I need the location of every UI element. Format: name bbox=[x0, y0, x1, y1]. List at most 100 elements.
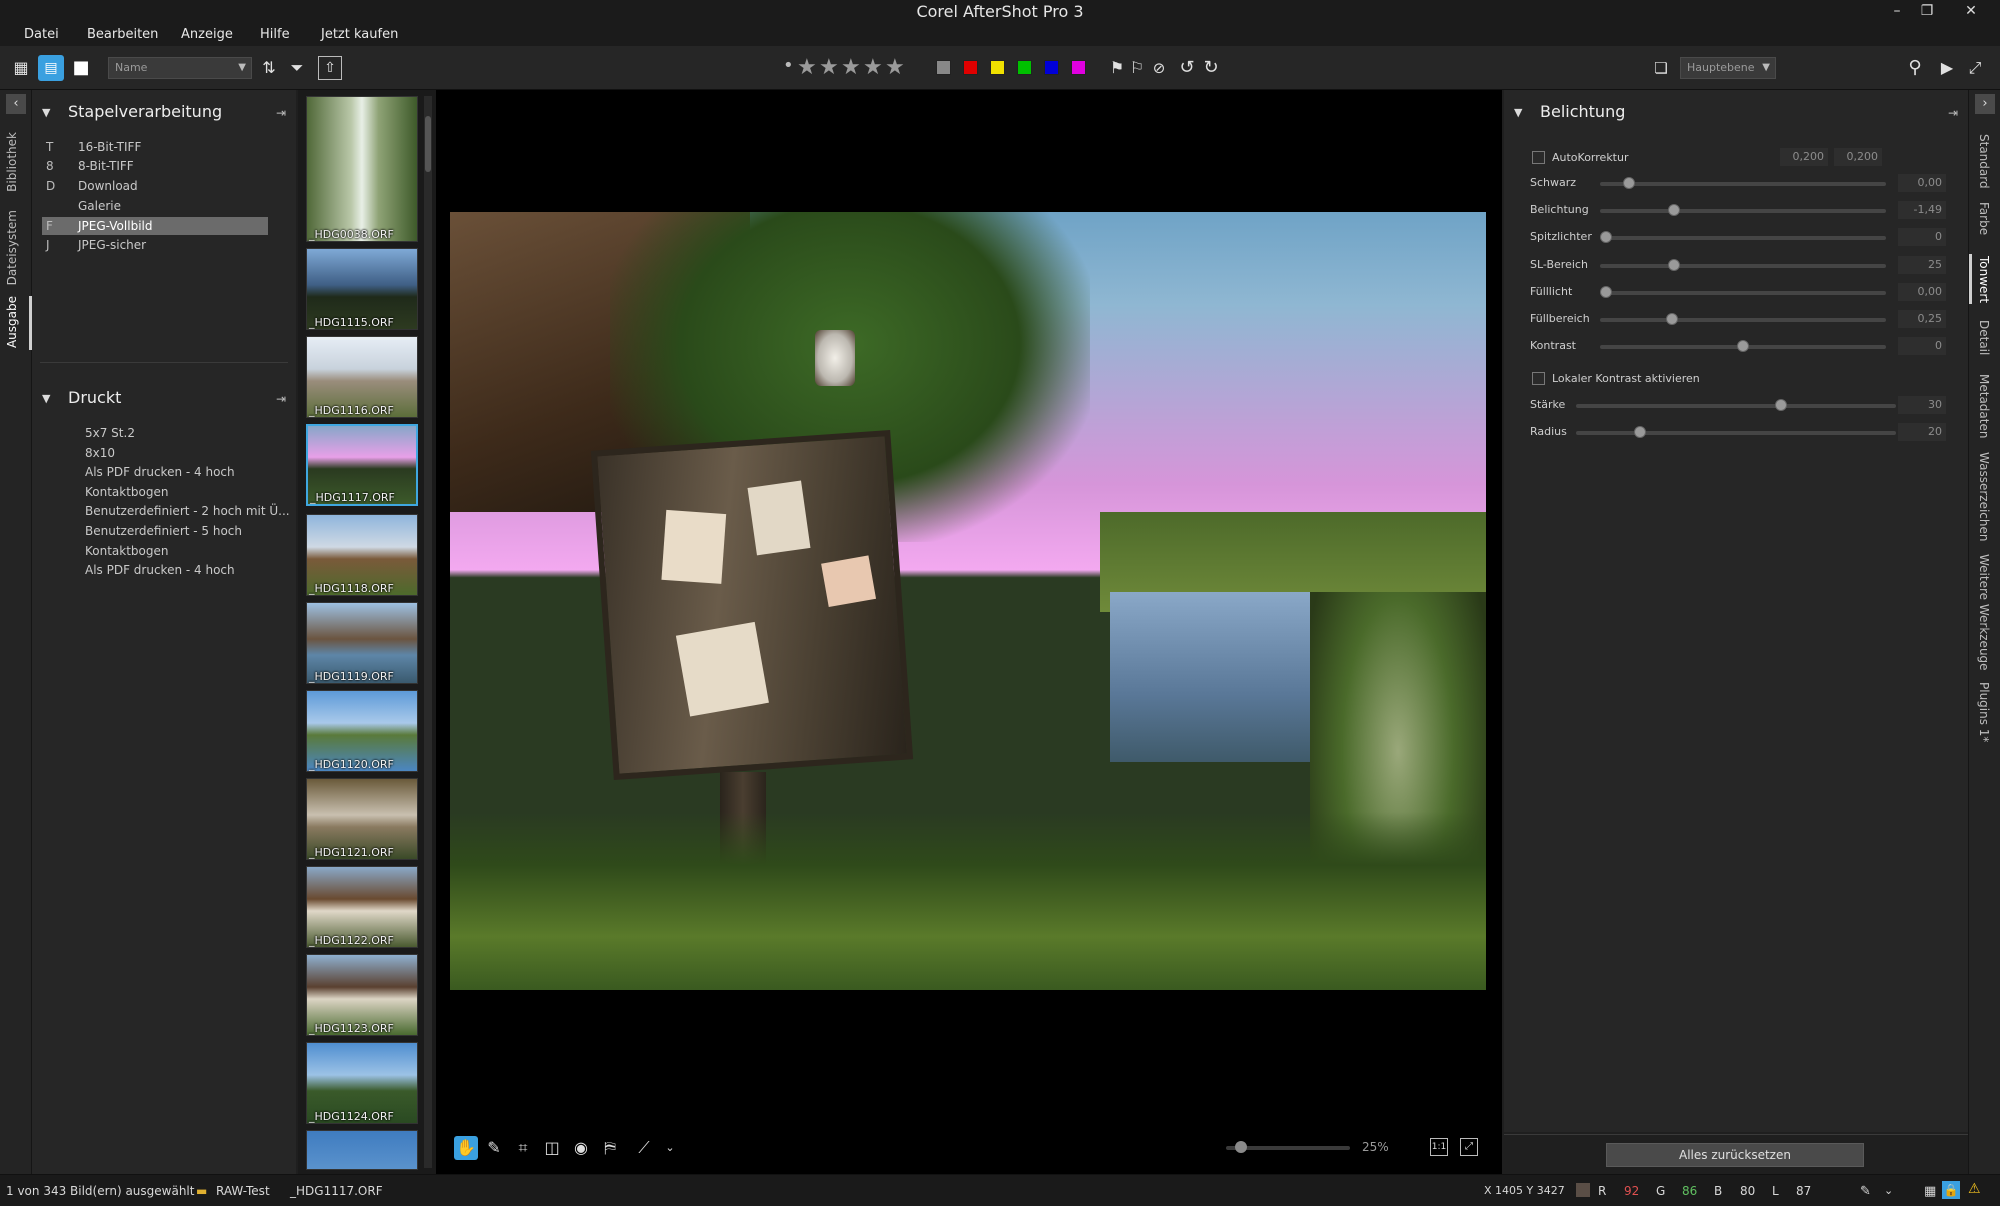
collapse-left-icon[interactable]: ‹ bbox=[6, 94, 26, 114]
fit-to-screen-icon[interactable]: ⤢ bbox=[1460, 1138, 1478, 1156]
slider-knob[interactable] bbox=[1665, 313, 1678, 325]
slider-track[interactable] bbox=[1600, 318, 1886, 322]
star-3-icon[interactable]: ★ bbox=[841, 56, 861, 80]
chevron-down-icon[interactable]: ⌄ bbox=[658, 1136, 682, 1160]
tab-dateisystem[interactable]: Dateisystem bbox=[5, 210, 19, 285]
thumbnail[interactable]: _HDG1121.ORF bbox=[306, 778, 418, 860]
menu-hilfe[interactable]: Hilfe bbox=[260, 27, 290, 42]
autokorrektur-value-2[interactable]: 0,200 bbox=[1834, 148, 1882, 166]
menu-anzeige[interactable]: Anzeige bbox=[181, 27, 233, 42]
slider-value[interactable]: -1,49 bbox=[1898, 201, 1946, 220]
star-4-icon[interactable]: ★ bbox=[863, 56, 883, 80]
print-item[interactable]: 5x7 St.2 bbox=[85, 426, 135, 440]
slider-track[interactable] bbox=[1600, 263, 1886, 268]
print-item[interactable]: Als PDF drucken - 4 hoch bbox=[85, 465, 235, 479]
print-item[interactable]: Als PDF drucken - 4 hoch bbox=[85, 563, 235, 577]
slider-track[interactable] bbox=[1576, 404, 1896, 408]
thumbnail[interactable]: _HDG1115.ORF bbox=[306, 248, 418, 330]
batch-item-jpeg-vollbild[interactable]: F JPEG-Vollbild bbox=[42, 217, 268, 235]
rating-reject-dot[interactable]: • bbox=[783, 55, 794, 76]
batch-item-jpeg-sicher[interactable]: J JPEG-sicher bbox=[42, 236, 268, 254]
retouch-icon[interactable]: ⛿ bbox=[598, 1136, 622, 1160]
hand-tool-icon[interactable]: ✋ bbox=[454, 1136, 478, 1160]
color-label-gray[interactable] bbox=[936, 60, 951, 75]
autokorrektur-value-1[interactable]: 0,200 bbox=[1780, 148, 1828, 166]
thumbnail-selected[interactable]: _HDG1117.ORF bbox=[306, 424, 418, 506]
tab-bibliothek[interactable]: Bibliothek bbox=[5, 132, 19, 192]
expand-triangle-icon[interactable]: ▼ bbox=[42, 392, 50, 405]
color-label-magenta[interactable] bbox=[1071, 60, 1086, 75]
tab-tonwert[interactable]: Tonwert bbox=[1977, 256, 1991, 303]
tag-icon[interactable]: ✎ bbox=[1860, 1184, 1871, 1199]
split-view-icon[interactable]: ▤ bbox=[38, 55, 64, 81]
menu-jetzt-kaufen[interactable]: Jetzt kaufen bbox=[321, 27, 398, 42]
redeye-icon[interactable]: ◉ bbox=[569, 1136, 593, 1160]
thumbnail[interactable]: _HDG1124.ORF bbox=[306, 1042, 418, 1124]
thumbnail[interactable]: _HDG1123.ORF bbox=[306, 954, 418, 1036]
zoom-slider[interactable] bbox=[1226, 1141, 1350, 1153]
autokorrektur-checkbox[interactable] bbox=[1532, 151, 1545, 164]
pin-icon[interactable]: ⇥ bbox=[1948, 106, 1958, 120]
single-view-icon[interactable]: ■ bbox=[68, 55, 94, 81]
tab-plugins[interactable]: Plugins 1* bbox=[1977, 682, 1991, 742]
thumbnail[interactable]: _HDG0038.ORF bbox=[306, 96, 418, 242]
menu-datei[interactable]: Datei bbox=[24, 27, 59, 42]
slider-value[interactable]: 30 bbox=[1898, 396, 1946, 414]
batch-item-galerie[interactable]: Galerie bbox=[42, 197, 268, 215]
slider-knob[interactable] bbox=[1599, 285, 1612, 298]
tab-wasserzeichen[interactable]: Wasserzeichen bbox=[1977, 452, 1991, 541]
slider-track[interactable] bbox=[1600, 209, 1886, 214]
lock-icon[interactable]: 🔒 bbox=[1942, 1181, 1960, 1199]
tab-weitere-werkzeuge[interactable]: Weitere Werkzeuge bbox=[1977, 554, 1991, 671]
tab-metadaten[interactable]: Metadaten bbox=[1977, 374, 1991, 438]
tab-ausgabe[interactable]: Ausgabe bbox=[5, 296, 19, 348]
batch-item-8bit-tiff[interactable]: 8 8-Bit-TIFF bbox=[42, 157, 268, 175]
layer-select[interactable]: Hauptebene ▼ bbox=[1680, 57, 1776, 79]
minimize-button[interactable]: – bbox=[1882, 0, 1912, 24]
color-label-green[interactable] bbox=[1017, 60, 1032, 75]
color-label-red[interactable] bbox=[963, 60, 978, 75]
expand-triangle-icon[interactable]: ▼ bbox=[1514, 106, 1522, 119]
straighten-icon[interactable]: ◫ bbox=[540, 1136, 564, 1160]
slider-knob[interactable] bbox=[1634, 426, 1646, 438]
slider-knob[interactable] bbox=[1774, 399, 1787, 411]
star-2-icon[interactable]: ★ bbox=[819, 56, 839, 80]
pin-icon[interactable]: ⇥ bbox=[276, 392, 286, 406]
zoom-slider-knob[interactable] bbox=[1234, 1141, 1247, 1153]
local-contrast-checkbox[interactable] bbox=[1532, 372, 1545, 385]
slider-value[interactable]: 20 bbox=[1898, 423, 1946, 441]
fullscreen-icon[interactable]: ⤢ bbox=[1962, 55, 1988, 81]
search-icon[interactable]: ⚲ bbox=[1902, 55, 1928, 81]
batch-item-16bit-tiff[interactable]: T 16-Bit-TIFF bbox=[42, 138, 268, 156]
thumbnail[interactable] bbox=[306, 1130, 418, 1170]
grid-view-icon[interactable]: ▦ bbox=[8, 55, 34, 81]
thumbnail[interactable]: _HDG1119.ORF bbox=[306, 602, 418, 684]
reset-all-button[interactable]: Alles zurücksetzen bbox=[1606, 1143, 1864, 1167]
thumbnail[interactable]: _HDG1122.ORF bbox=[306, 866, 418, 948]
slideshow-icon[interactable]: ▶ bbox=[1934, 55, 1960, 81]
slider-track[interactable] bbox=[1600, 236, 1886, 241]
slider-value[interactable]: 25 bbox=[1898, 255, 1946, 274]
pin-icon[interactable]: ⇥ bbox=[276, 106, 286, 120]
menu-bearbeiten[interactable]: Bearbeiten bbox=[87, 27, 158, 42]
star-1-icon[interactable]: ★ bbox=[797, 56, 817, 80]
slider-knob[interactable] bbox=[1668, 204, 1681, 217]
filter-icon[interactable]: ⏷ bbox=[284, 55, 310, 81]
zoom-100-icon[interactable]: 1:1 bbox=[1430, 1138, 1448, 1156]
scrollbar-thumb[interactable] bbox=[425, 116, 431, 172]
slider-track[interactable] bbox=[1576, 431, 1896, 435]
star-5-icon[interactable]: ★ bbox=[885, 56, 905, 80]
crop-icon[interactable]: ⌗ bbox=[511, 1136, 535, 1160]
thumbnail[interactable]: _HDG1116.ORF bbox=[306, 336, 418, 418]
sort-direction-icon[interactable]: ⇅ bbox=[256, 55, 282, 81]
print-item[interactable]: Kontaktbogen bbox=[85, 544, 169, 558]
layout-icon[interactable]: ▦ bbox=[1924, 1184, 1936, 1199]
expand-triangle-icon[interactable]: ▼ bbox=[42, 106, 50, 119]
tab-farbe[interactable]: Farbe bbox=[1977, 202, 1991, 235]
thumbnail-scrollbar[interactable] bbox=[424, 96, 432, 1168]
thumbnail[interactable]: _HDG1120.ORF bbox=[306, 690, 418, 772]
tab-detail[interactable]: Detail bbox=[1977, 320, 1991, 355]
slider-value[interactable]: 0,25 bbox=[1898, 310, 1946, 328]
color-label-blue[interactable] bbox=[1044, 60, 1059, 75]
color-label-yellow[interactable] bbox=[990, 60, 1005, 75]
